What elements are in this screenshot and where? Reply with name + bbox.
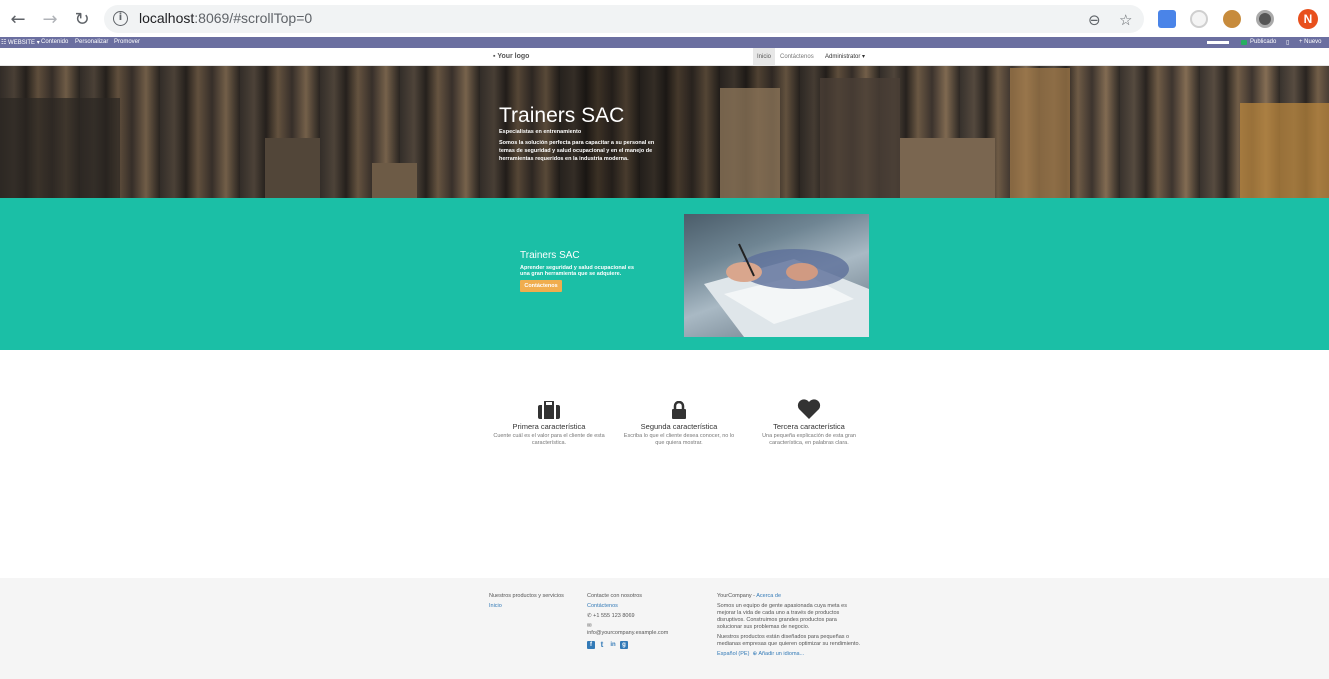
admin-menu-customize[interactable]: Personalizar: [75, 39, 108, 45]
plus-circle-icon: ⊕: [752, 651, 758, 657]
about-paragraph: Somos un equipo de gente apasionada cuya…: [717, 603, 847, 630]
cookie-extension-icon[interactable]: [1223, 10, 1241, 28]
footer-link-contact[interactable]: Contáctenos: [587, 603, 697, 610]
footer-heading: YourCompany - Acerca de: [717, 593, 782, 599]
footer-link-home[interactable]: Inicio: [489, 603, 579, 610]
twitter-icon[interactable]: t: [598, 641, 606, 649]
social-links: f t in g: [587, 641, 697, 649]
about-link[interactable]: Acerca de: [756, 593, 781, 599]
heart-icon: [749, 399, 869, 419]
site-footer: Nuestros productos y servicios Inicio Co…: [0, 578, 1329, 679]
signing-document-photo: [684, 214, 869, 337]
nav-item-home[interactable]: Inicio: [753, 48, 776, 66]
hero-banner: Trainers SAC Especialistas en entrenamie…: [0, 66, 1329, 198]
url-text: localhost:8069/#scrollTop=0: [139, 10, 313, 26]
apps-menu[interactable]: ☷ WEBSITE ▾: [1, 39, 40, 46]
extension-icon[interactable]: [1256, 10, 1274, 28]
envelope-icon: ✉: [587, 623, 592, 629]
feature-description: Escriba lo que el cliente desea conocer,…: [623, 433, 735, 446]
footer-heading: Contacte con nosotros: [587, 593, 643, 599]
footer-col-contact: Contacte con nosotros Contáctenos ✆ +1 5…: [587, 593, 697, 652]
briefcase-icon: [489, 399, 609, 419]
feature-title: Primera característica: [512, 422, 586, 431]
back-arrow-icon[interactable]: ←: [7, 8, 29, 30]
language-selector: Español (PE) ⊕ Añadir un idioma...: [717, 651, 862, 658]
hero-title: Trainers SAC: [499, 104, 625, 127]
feature-title: Segunda característica: [640, 422, 718, 431]
cityscape-building: [372, 163, 417, 198]
section-title: Trainers SAC: [520, 250, 580, 261]
feature-description: Cuente cuál es el valor para el cliente …: [493, 433, 605, 446]
about-paragraph: Nuestros productos están diseñados para …: [717, 634, 861, 647]
published-label: Publicado: [1250, 39, 1277, 45]
new-button[interactable]: + Nuevo: [1299, 39, 1322, 45]
feature-2: Segunda característica Escriba lo que el…: [619, 399, 739, 447]
extension-icon[interactable]: [1190, 10, 1208, 28]
browser-chrome: ← → ↻ i localhost:8069/#scrollTop=0 ⊖ ☆ …: [0, 0, 1329, 37]
website-navbar: ▪ Your logo Inicio Contáctenos Administr…: [0, 48, 1329, 66]
feature-description: Una pequeña explicación de esta gran car…: [762, 433, 856, 446]
site-info-icon[interactable]: i: [113, 11, 128, 26]
lock-icon: [619, 399, 739, 419]
add-language-link[interactable]: ⊕ Añadir un idioma...: [752, 651, 804, 657]
forward-arrow-icon[interactable]: →: [39, 8, 61, 30]
cityscape-building: [820, 78, 900, 198]
hero-description: Somos la solución perfecta para capacita…: [499, 140, 655, 162]
footer-col-products: Nuestros productos y servicios Inicio: [489, 593, 579, 613]
photo-illustration: [704, 243, 869, 337]
facebook-icon[interactable]: f: [587, 641, 595, 649]
contact-button[interactable]: Contáctenos: [520, 280, 562, 292]
cityscape-building: [720, 88, 780, 198]
nav-item-contact[interactable]: Contáctenos: [776, 48, 818, 66]
cityscape-building: [1010, 68, 1070, 198]
admin-menu-content[interactable]: Contenido: [41, 39, 68, 45]
publish-toggle[interactable]: [1241, 40, 1247, 45]
feature-title: Tercera característica: [773, 422, 845, 431]
feature-3: Tercera característica Una pequeña expli…: [749, 399, 869, 447]
cityscape-building: [265, 138, 320, 198]
cityscape-building: [1240, 103, 1329, 198]
profile-avatar[interactable]: N: [1298, 9, 1318, 29]
email-link[interactable]: info@yourcompany.example.com: [587, 630, 697, 637]
bookmark-star-icon[interactable]: ☆: [1119, 11, 1132, 29]
cityscape-building: [900, 138, 995, 198]
phone-line: ✆ +1 555 123 8069: [587, 613, 635, 619]
hero-subtitle: Especialistas en entrenamiento: [499, 129, 582, 135]
language-link[interactable]: Español (PE): [717, 651, 749, 657]
user-menu[interactable]: Administrator ▾: [821, 48, 869, 66]
linkedin-icon[interactable]: in: [609, 641, 617, 649]
cityscape-building: [0, 98, 120, 198]
phone-icon: ✆: [587, 613, 592, 619]
mobile-icon[interactable]: ▯: [1286, 39, 1289, 46]
address-bar[interactable]: i localhost:8069/#scrollTop=0 ⊖ ☆: [104, 5, 1144, 33]
site-logo[interactable]: ▪ Your logo: [493, 53, 529, 60]
admin-bar: ☷ WEBSITE ▾ Contenido Personalizar Promo…: [0, 37, 1329, 48]
zoom-icon[interactable]: ⊖: [1088, 11, 1101, 29]
footer-heading: Nuestros productos y servicios: [489, 593, 564, 599]
admin-menu-promote[interactable]: Promover: [114, 39, 140, 45]
teal-section: Trainers SAC Aprender seguridad y salud …: [0, 198, 1329, 350]
footer-col-about: YourCompany - Acerca de Somos un equipo …: [717, 593, 862, 661]
translate-extension-icon[interactable]: [1158, 10, 1176, 28]
mobile-preview[interactable]: [1207, 41, 1229, 44]
google-plus-icon[interactable]: g: [620, 641, 628, 649]
section-description: Aprender seguridad y salud ocupacional e…: [520, 265, 635, 277]
reload-icon[interactable]: ↻: [71, 8, 93, 30]
feature-1: Primera característica Cuente cuál es el…: [489, 399, 609, 447]
